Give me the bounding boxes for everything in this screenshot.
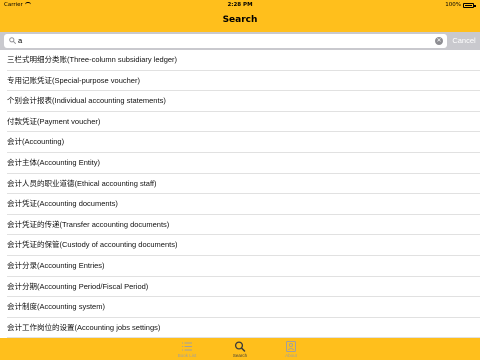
battery-indicator: 100% xyxy=(445,0,476,10)
list-item[interactable]: 会计分录(Accounting Entries) xyxy=(0,256,480,277)
list-item[interactable]: 会计制度(Accounting system) xyxy=(0,297,480,318)
tab-book-list[interactable]: Book List xyxy=(167,338,207,360)
list-item[interactable]: 会计工作岗位的设置(Accounting jobs settings) xyxy=(0,318,480,338)
tab-search[interactable]: Search xyxy=(220,338,260,360)
list-icon xyxy=(182,342,192,351)
tab-about[interactable]: About xyxy=(271,338,311,360)
clear-icon[interactable]: ✕ xyxy=(435,37,443,45)
list-item[interactable]: 会计凭证的传递(Transfer accounting documents) xyxy=(0,215,480,236)
search-results-list: 三栏式明细分类账(Three-column subsidiary ledger)… xyxy=(0,50,480,338)
person-icon xyxy=(286,341,296,352)
list-item[interactable]: 个别会计报表(Individual accounting statements) xyxy=(0,91,480,112)
list-item[interactable]: 三栏式明细分类账(Three-column subsidiary ledger) xyxy=(0,50,480,71)
list-item[interactable]: 会计分期(Accounting Period/Fiscal Period) xyxy=(0,277,480,298)
cancel-button[interactable]: Cancel xyxy=(450,32,478,50)
list-item[interactable]: 会计凭证的保管(Custody of accounting documents) xyxy=(0,235,480,256)
search-icon xyxy=(9,37,16,44)
search-field[interactable]: ✕ xyxy=(4,34,447,48)
battery-icon xyxy=(463,2,476,8)
list-item[interactable]: 专用记账凭证(Special-purpose voucher) xyxy=(0,71,480,92)
tab-label: Book List xyxy=(177,353,197,358)
status-time: 2:28 PM xyxy=(227,2,253,8)
tab-label: Search xyxy=(232,353,248,358)
tab-bar: Book List Search About xyxy=(0,338,480,360)
list-item[interactable]: 会计(Accounting) xyxy=(0,132,480,153)
tab-label: About xyxy=(285,353,297,358)
list-item[interactable]: 会计凭证(Accounting documents) xyxy=(0,194,480,215)
battery-percent: 100% xyxy=(445,2,461,8)
search-bar: ✕ Cancel xyxy=(0,32,480,50)
search-icon xyxy=(234,341,246,352)
list-item[interactable]: 会计主体(Accounting Entity) xyxy=(0,153,480,174)
page-title: Search xyxy=(222,15,258,25)
status-bar: Carrier 2:28 PM 100% xyxy=(0,0,480,10)
search-input[interactable] xyxy=(18,34,428,48)
navigation-header: Carrier 2:28 PM 100% Search xyxy=(0,0,480,32)
list-item[interactable]: 付款凭证(Payment voucher) xyxy=(0,112,480,133)
list-item[interactable]: 会计人员的职业道德(Ethical accounting staff) xyxy=(0,174,480,195)
